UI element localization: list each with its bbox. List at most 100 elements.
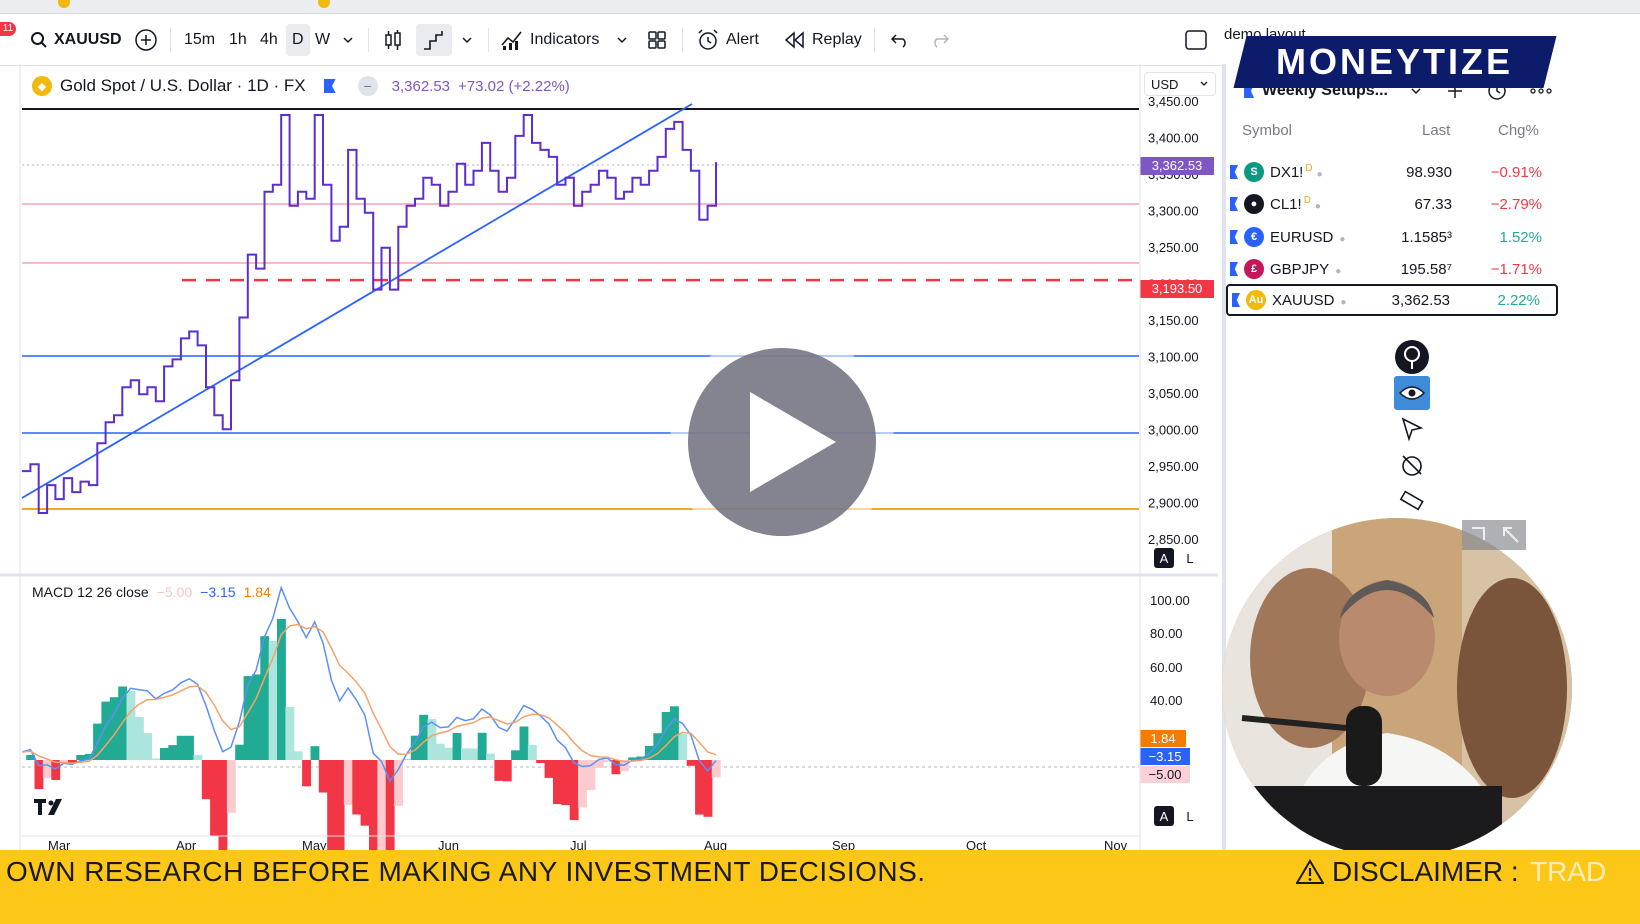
macd-hist-bar [569,760,579,821]
signal-tag-text: 1.84 [1150,731,1175,746]
toolbar-divider [368,28,369,52]
macd-hist-bar [469,748,479,760]
flag-icon[interactable] [1230,262,1238,276]
ruler-icon [1399,490,1424,511]
macd-hist-bar [686,760,696,766]
auto-scale-button[interactable]: A [1154,548,1174,568]
column-last[interactable]: Last [1422,122,1450,139]
notification-badge: 11 [0,22,16,36]
tool-pin[interactable] [1394,340,1430,374]
status-dot-icon: ● [1335,266,1342,277]
replay-button[interactable]: Replay [784,24,862,56]
log-scale-button[interactable]: L [1180,806,1200,826]
alert-button[interactable]: Alert [696,24,759,56]
indicators-dropdown[interactable] [616,24,628,56]
macd-hist-value: −5.00 [156,584,193,600]
play-button[interactable] [670,330,894,554]
disclaimer-text: DISCLAIMER : [1332,856,1519,887]
macd-hist-bar [352,760,362,815]
macd-tick-label: 100.00 [1150,593,1190,608]
compare-symbol-button[interactable] [134,24,158,56]
tool-eye[interactable] [1394,376,1430,410]
macd-tick-label: 40.00 [1150,693,1183,708]
macd-tick-label: 80.00 [1150,626,1183,641]
flag-icon[interactable] [1230,230,1238,244]
plus-circle-icon [134,28,158,52]
tool-ruler[interactable] [1394,484,1430,518]
watchlist-row[interactable]: S DX1! D● 98.930 −0.91% [1226,156,1558,188]
undo-button[interactable] [890,24,910,56]
interval-4h[interactable]: 4h [260,24,278,56]
more-icon[interactable] [1530,87,1552,95]
price-tick-label: 3,400.00 [1148,131,1199,146]
auto-scale-button[interactable]: A [1154,806,1174,826]
column-chg[interactable]: Chg% [1498,122,1539,139]
watchlist-row[interactable]: £ GBPJPY ● 195.58⁷ −1.71% [1226,253,1558,285]
watchlist-row[interactable]: ● CL1! D● 67.33 −2.79% [1226,188,1558,220]
macd-label[interactable]: MACD 12 26 close [32,584,149,600]
tool-timer[interactable] [1394,448,1430,482]
select-layout-checkbox[interactable] [1184,24,1208,56]
interval-w[interactable]: W [315,24,330,56]
macd-hist-bar [34,760,44,789]
indicators-icon [500,29,524,51]
redo-button[interactable] [930,24,950,56]
watchlist-row[interactable]: Au XAUUSD ● 3,362.53 2.22% [1226,284,1558,316]
candles-type-button[interactable] [382,24,404,56]
price-tick-label: 3,450.00 [1148,94,1199,109]
macd-hist-bar [310,746,320,760]
browser-tab[interactable] [318,0,334,12]
indicators-button[interactable]: Indicators [500,24,599,56]
search-icon [30,31,48,49]
alarm-clock-icon [696,28,720,52]
column-symbol[interactable]: Symbol [1242,122,1292,139]
tool-cursor[interactable] [1394,412,1430,446]
symbol-logo-icon: € [1244,227,1264,247]
macd-hist-bar [126,691,136,760]
macd-hist-bar [444,747,454,760]
interval-dropdown[interactable] [342,24,354,56]
video-controls[interactable] [1462,520,1526,550]
browser-tab[interactable] [58,0,74,12]
watchlist-row[interactable]: € EURUSD ● 1.1585³ 1.52% [1226,221,1558,253]
macd-hist-bar [461,748,470,760]
macd-hist-bar [59,760,69,762]
macd-hist-bar [502,760,512,782]
watchlist-last: 67.33 [1414,195,1452,213]
macd-hist-bar [435,743,445,760]
price-chart[interactable]: 3,450.003,400.003,350.003,300.003,250.00… [0,64,1220,850]
interval-1h[interactable]: 1h [229,24,247,56]
macd-hist-bar [251,674,261,760]
watchlist-last: 98.930 [1406,163,1452,181]
macd-hist-bar [176,735,186,760]
macd-hist-bar [226,760,236,813]
price-tick-label: 3,100.00 [1148,350,1199,365]
macd-hist-bar [544,760,554,778]
macd-hist-bar [419,714,429,760]
brand-text: MONEYTIZE [1276,41,1514,82]
macd-hist-bar [293,751,303,760]
step-line-type-button[interactable] [416,24,452,56]
macd-hist-bar [511,750,520,760]
tradingview-logo[interactable] [34,796,70,824]
chart-type-dropdown[interactable] [461,24,473,56]
layouts-button[interactable] [646,24,668,56]
macd-line-value: −3.15 [200,584,236,600]
macd-hist-bar [260,636,270,760]
interval-d[interactable]: D [286,24,310,56]
drawing-tools-column [1394,340,1432,520]
price-tick-label: 3,300.00 [1148,204,1199,219]
chevron-down-icon [616,34,628,46]
flag-icon[interactable] [1230,165,1238,179]
macd-hist-bar [527,745,537,760]
timer-icon [1402,455,1422,476]
symbol-search-button[interactable]: XAUUSD [30,24,122,56]
macd-hist-bar [519,726,529,760]
interval-15m[interactable]: 15m [184,24,215,56]
macd-axis[interactable]: 100.00 80.00 60.00 40.00 [1150,593,1190,708]
log-scale-button[interactable]: L [1180,548,1200,568]
macd-hist-bar [193,754,203,760]
flag-icon[interactable] [1232,293,1240,307]
current-price-tag-text: 3,362.53 [1152,158,1203,173]
flag-icon[interactable] [1230,197,1238,211]
